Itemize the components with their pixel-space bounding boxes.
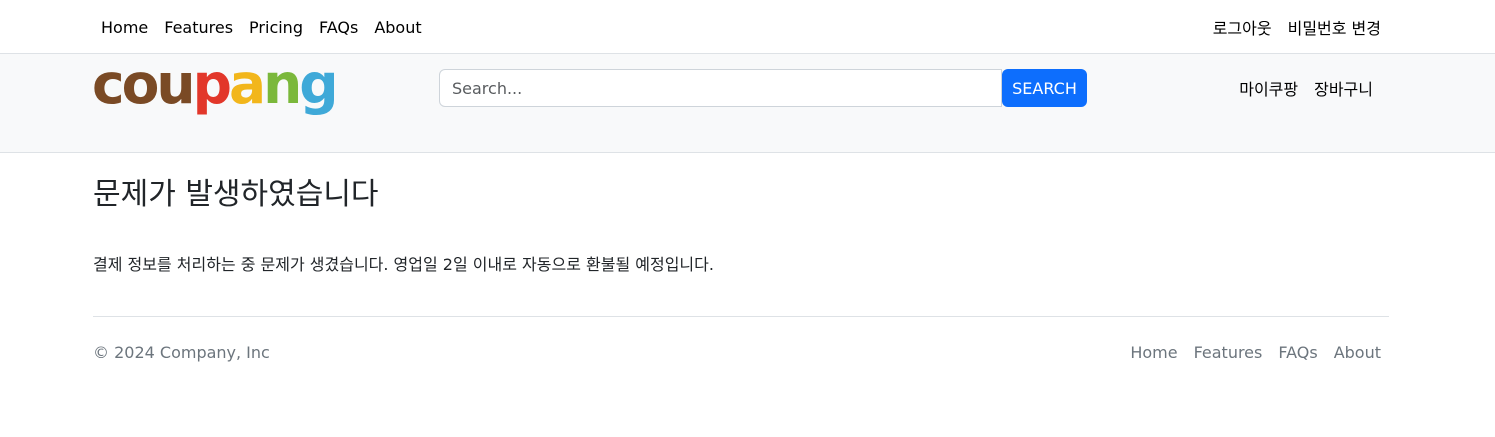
nav-pricing-link[interactable]: Pricing xyxy=(241,18,311,37)
footer-nav: Home Features FAQs About xyxy=(1122,343,1389,362)
nav-faqs-link[interactable]: FAQs xyxy=(311,18,366,37)
footer: © 2024 Company, Inc Home Features FAQs A… xyxy=(93,316,1389,391)
cart-link[interactable]: 장바구니 xyxy=(1306,76,1381,100)
nav-about-link[interactable]: About xyxy=(366,18,429,37)
footer-features-link[interactable]: Features xyxy=(1186,343,1271,362)
footer-home-link[interactable]: Home xyxy=(1122,343,1185,362)
nav-home-link[interactable]: Home xyxy=(93,18,156,37)
account-links: 로그아웃 비밀번호 변경 xyxy=(1205,0,1389,54)
site-header: coupang SEARCH 마이쿠팡 장바구니 xyxy=(0,54,1495,153)
header-links: 마이쿠팡 장바구니 xyxy=(1231,69,1381,107)
logout-link[interactable]: 로그아웃 xyxy=(1205,15,1280,39)
top-nav: Home Features Pricing FAQs About xyxy=(93,0,430,54)
main-content: 문제가 발생하였습니다 결제 정보를 처리하는 중 문제가 생겼습니다. 영업일… xyxy=(0,175,1495,277)
my-coupang-link[interactable]: 마이쿠팡 xyxy=(1231,76,1306,100)
error-message: 결제 정보를 처리하는 중 문제가 생겼습니다. 영업일 2일 이내로 자동으로… xyxy=(93,255,714,274)
search-button[interactable]: SEARCH xyxy=(1002,69,1087,107)
search-form: SEARCH xyxy=(439,69,1087,107)
top-bar: Home Features Pricing FAQs About 로그아웃 비밀… xyxy=(0,0,1495,54)
copyright-text: © 2024 Company, Inc xyxy=(93,343,270,362)
search-input[interactable] xyxy=(439,69,1002,107)
nav-features-link[interactable]: Features xyxy=(156,18,241,37)
coupang-logo[interactable]: coupang xyxy=(92,54,339,114)
change-password-link[interactable]: 비밀번호 변경 xyxy=(1280,15,1389,39)
footer-faqs-link[interactable]: FAQs xyxy=(1270,343,1325,362)
footer-about-link[interactable]: About xyxy=(1326,343,1389,362)
page-title: 문제가 발생하였습니다 xyxy=(93,177,379,212)
